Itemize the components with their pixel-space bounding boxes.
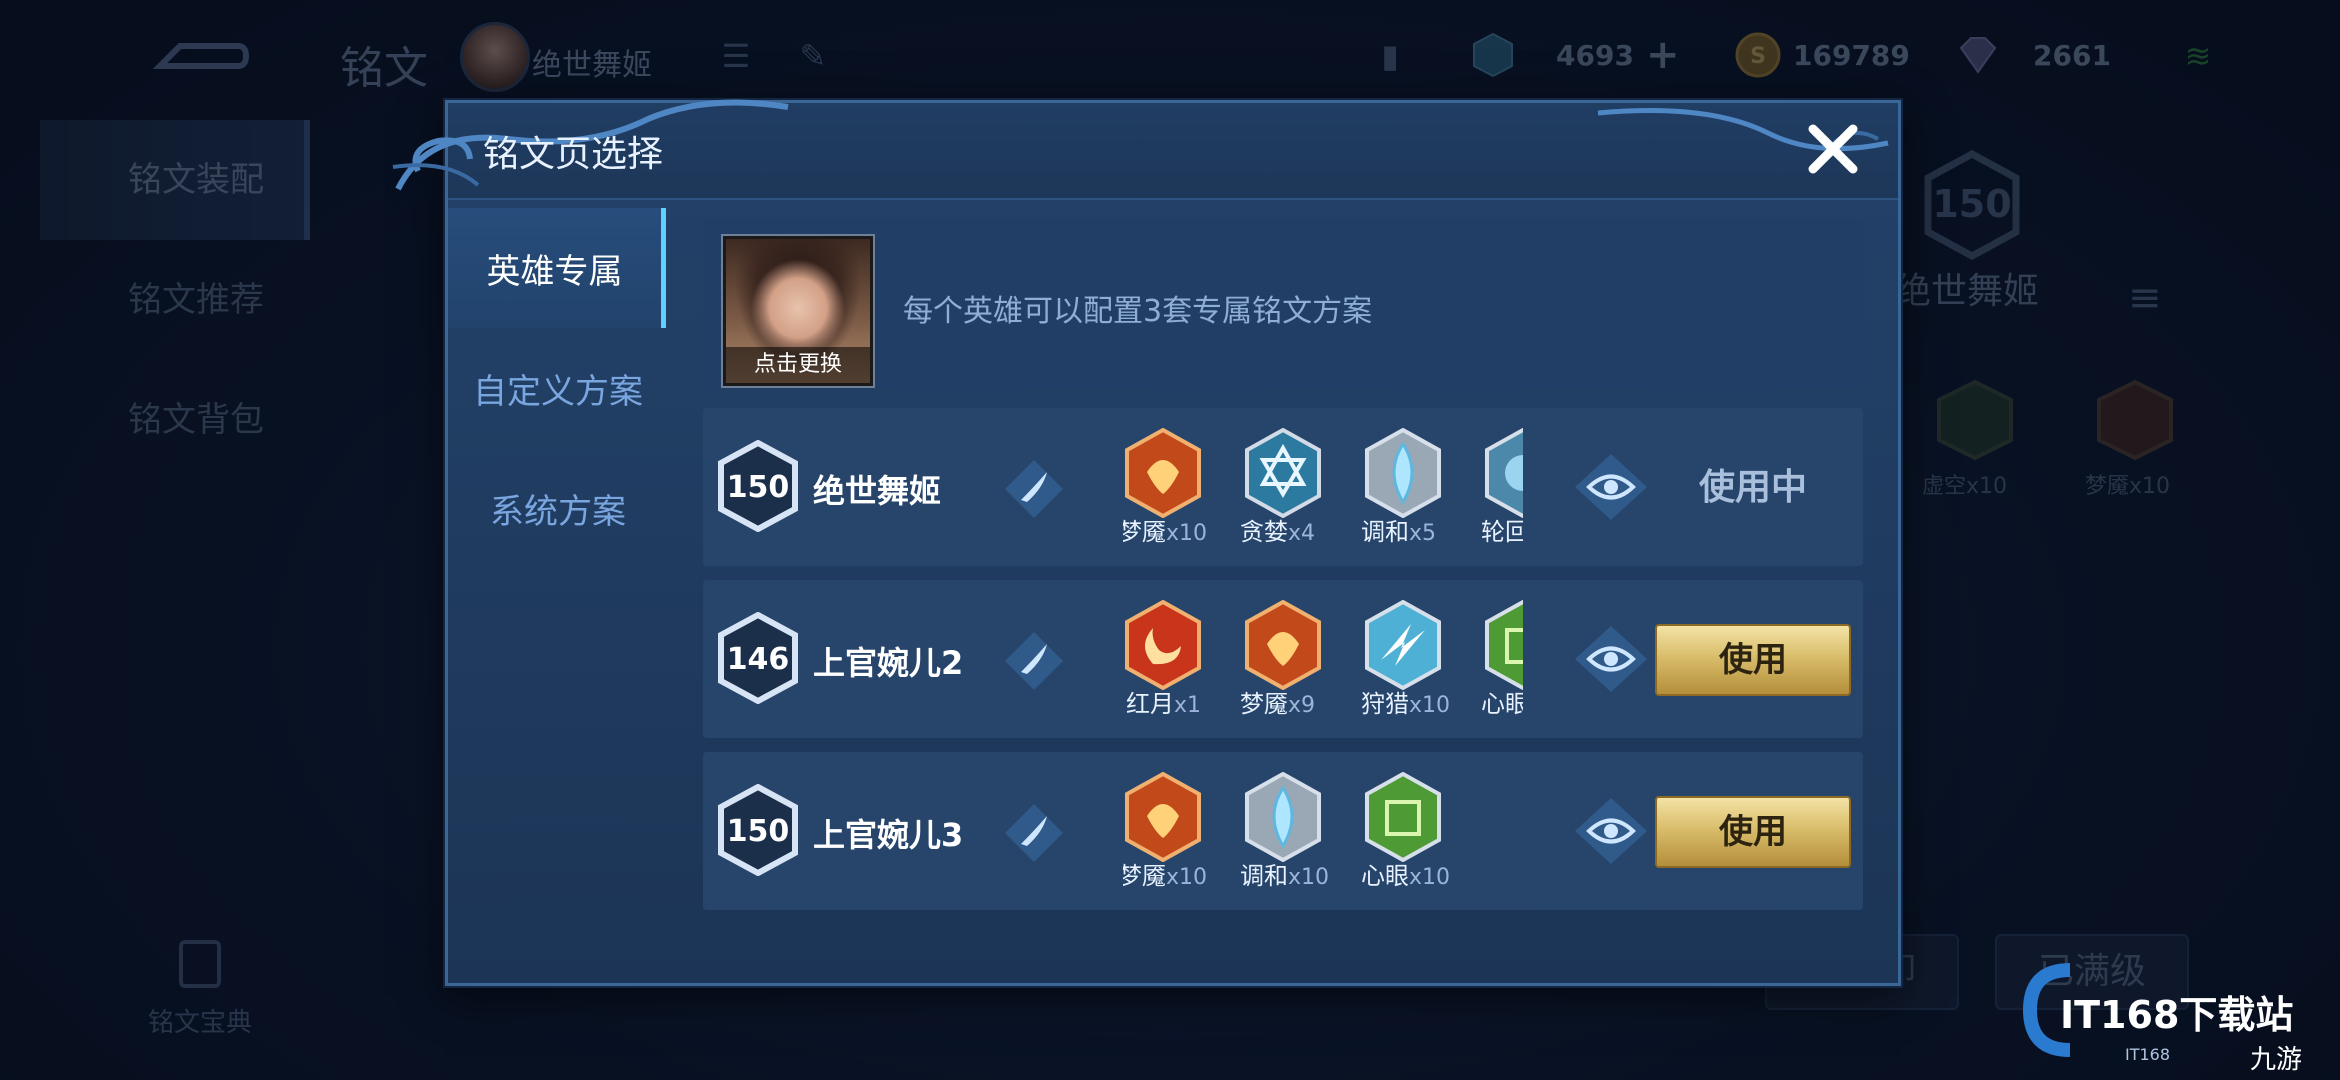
rune-harmony-icon <box>1245 772 1321 862</box>
rune-list: 梦魇x10 贪婪x4 调和x5 轮回 <box>1123 408 1523 566</box>
tab-system-plan[interactable]: 系统方案 <box>448 448 668 568</box>
right-rune-label-2: 梦魇x10 <box>2085 474 2171 499</box>
hero-avatar[interactable] <box>460 22 530 92</box>
page-name: 绝世舞姬 <box>813 472 942 510</box>
rename-quill-icon[interactable] <box>1003 802 1065 864</box>
hero-portrait[interactable]: 点击更换 <box>721 234 875 388</box>
rune-page-row[interactable]: 150 绝世舞姬 梦魇x10 贪婪x4 调和x5 轮回 使用中 <box>703 408 1863 566</box>
wifi-icon: ≋ <box>2184 37 2212 75</box>
rune-label: 红月x1 <box>1126 690 1202 718</box>
rune-label: 梦魇x10 <box>1123 518 1208 546</box>
watermark-brand: IT168下载站 <box>2060 993 2293 1037</box>
hero-description: 每个英雄可以配置3套专属铭文方案 <box>903 294 1373 329</box>
in-use-status: 使用中 <box>1698 467 1807 508</box>
list-icon[interactable]: ☰ <box>718 38 754 74</box>
book-icon <box>179 940 221 988</box>
tab-custom-plan[interactable]: 自定义方案 <box>448 328 668 448</box>
rune-label: 狩猎x10 <box>1361 690 1451 718</box>
rune-page-row[interactable]: 150 上官婉儿3 梦魇x10 调和x10 心眼x10 使用 <box>703 752 1863 910</box>
nav-item-rune-equip[interactable]: 铭文装配 <box>40 120 310 240</box>
level-badge: 150 <box>718 440 798 532</box>
rune-guide-label: 铭文宝典 <box>147 1008 252 1038</box>
use-button[interactable]: 使用 <box>1655 624 1851 696</box>
currency-gold: S 169789 <box>1735 30 1910 80</box>
nav-item-rune-bag[interactable]: 铭文背包 <box>40 360 310 480</box>
use-button[interactable]: 使用 <box>1655 796 1851 868</box>
preview-eye-icon[interactable] <box>1573 452 1649 522</box>
left-nav: 铭文装配 铭文推荐 铭文背包 <box>40 120 310 480</box>
currency-diamond: 2661 <box>1955 30 2111 80</box>
dialog-title: 铭文页选择 <box>483 134 664 175</box>
back-arrow-icon <box>152 43 250 69</box>
menu-icon[interactable]: ≡ <box>2128 275 2162 321</box>
right-hero-name: 绝世舞姬 <box>1895 271 2040 312</box>
currency-gems: 4693 + <box>1470 30 1679 80</box>
rune-guide-button[interactable]: 铭文宝典 <box>130 940 270 1039</box>
rune-greed-icon <box>1245 428 1321 518</box>
current-hero-name: 绝世舞姬 <box>532 48 652 83</box>
rune-insight-icon <box>1485 600 1523 690</box>
tab-list: 英雄专属 自定义方案 系统方案 <box>448 208 668 568</box>
rune-insight-icon <box>1365 772 1441 862</box>
rune-red-moon-icon <box>1125 600 1201 690</box>
rune-label: 心眼 <box>1481 690 1523 718</box>
page-name: 上官婉儿3 <box>813 816 964 854</box>
rune-label: 贪婪x4 <box>1240 518 1316 546</box>
rune-label: 心眼x10 <box>1361 862 1451 890</box>
tab-hero-exclusive[interactable]: 英雄专属 <box>448 208 666 328</box>
rune-label: 调和x5 <box>1361 518 1437 546</box>
right-level-badge: 150 <box>1924 150 2020 260</box>
close-icon[interactable] <box>1803 119 1863 179</box>
rune-nightmare-icon <box>2097 380 2173 460</box>
preview-eye-icon[interactable] <box>1573 624 1649 694</box>
rune-reincarnation-icon <box>1485 428 1523 518</box>
level-text: 150 <box>727 814 790 849</box>
back-button[interactable] <box>150 30 250 80</box>
level-text: 150 <box>727 470 790 505</box>
rune-label: 梦魇x9 <box>1240 690 1316 718</box>
add-gems-button[interactable]: + <box>1646 32 1680 78</box>
right-rune-label-1: 虚空x10 <box>1922 474 2008 499</box>
rune-void-icon <box>1937 380 2013 460</box>
rename-quill-icon[interactable] <box>1003 630 1065 692</box>
hex-gem-icon <box>1473 32 1513 78</box>
hero-info-box: 点击更换 每个英雄可以配置3套专属铭文方案 <box>703 218 1863 388</box>
page-name: 上官婉儿2 <box>813 644 964 682</box>
watermark-sub: IT168 <box>2125 1045 2170 1064</box>
rune-list: 梦魇x10 调和x10 心眼x10 <box>1123 752 1523 910</box>
change-hero-label: 点击更换 <box>726 347 870 383</box>
gold-value: 169789 <box>1793 38 1910 72</box>
rune-page-dialog: 铭文页选择 英雄专属 自定义方案 系统方案 点击更换 每个英雄可以配置3套专属铭… <box>392 99 1901 986</box>
rune-label: 调和x10 <box>1240 862 1330 890</box>
nav-item-rune-recommend[interactable]: 铭文推荐 <box>40 240 310 360</box>
gold-coin-icon: S <box>1735 32 1781 78</box>
svg-text:S: S <box>1750 44 1766 69</box>
level-badge: 150 <box>718 784 798 876</box>
rune-nightmare-icon <box>1245 600 1321 690</box>
diamond-icon <box>1959 37 1997 74</box>
watermark-logo: IT168下载站 IT168 九游 <box>2022 963 2302 1075</box>
diamond-value: 2661 <box>2033 38 2111 72</box>
rune-label: 轮回 <box>1481 518 1523 546</box>
preview-eye-icon[interactable] <box>1573 796 1649 866</box>
level-text: 146 <box>727 642 790 677</box>
page-title: 铭文 <box>340 43 428 94</box>
rename-quill-icon[interactable] <box>1003 458 1065 520</box>
card-icon[interactable]: ▮ <box>1370 38 1410 74</box>
rune-page-row[interactable]: 146 上官婉儿2 红月x1 梦魇x9 狩猎x10 心眼 使用 <box>703 580 1863 738</box>
rune-nightmare-icon <box>1125 772 1201 862</box>
rune-hunt-icon <box>1365 600 1441 690</box>
level-badge: 146 <box>718 612 798 704</box>
rune-nightmare-icon <box>1125 428 1201 518</box>
rune-list: 红月x1 梦魇x9 狩猎x10 心眼 <box>1123 580 1523 738</box>
quill-icon[interactable]: ✎ <box>795 38 831 74</box>
rune-harmony-icon <box>1365 428 1441 518</box>
rune-label: 梦魇x10 <box>1123 862 1208 890</box>
gems-value: 4693 <box>1556 38 1634 72</box>
right-level-text: 150 <box>1932 182 2011 226</box>
watermark-tag: 九游 <box>2250 1045 2302 1075</box>
